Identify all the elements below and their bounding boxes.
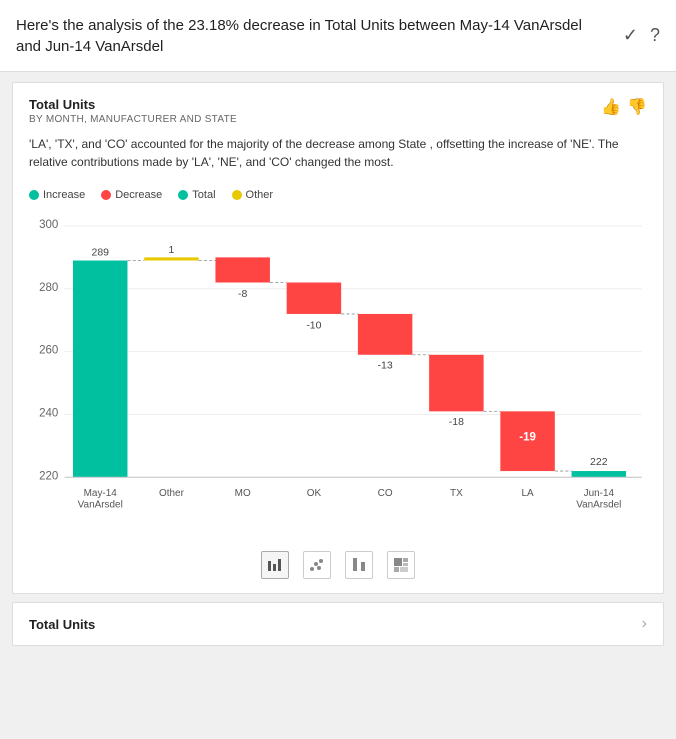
svg-text:300: 300 bbox=[39, 219, 58, 231]
svg-text:Other: Other bbox=[159, 488, 185, 499]
bar-mo bbox=[215, 257, 269, 282]
svg-text:Jun-14: Jun-14 bbox=[584, 488, 615, 499]
waterfall-chart: 300 280 260 240 220 289 bbox=[29, 205, 647, 540]
svg-text:-13: -13 bbox=[378, 360, 393, 371]
chart-legend: Increase Decrease Total Other bbox=[29, 189, 647, 201]
svg-text:MO: MO bbox=[235, 488, 251, 499]
card-header: Total Units BY MONTH, MANUFACTURER AND S… bbox=[29, 97, 647, 125]
svg-text:LA: LA bbox=[522, 488, 535, 499]
legend-item-increase: Increase bbox=[29, 189, 85, 201]
svg-text:-18: -18 bbox=[449, 417, 464, 428]
thumbdown-icon[interactable]: 👎 bbox=[627, 97, 647, 117]
legend-dot-total bbox=[178, 190, 188, 200]
svg-text:260: 260 bbox=[39, 345, 58, 357]
card-subtitle: BY MONTH, MANUFACTURER AND STATE bbox=[29, 114, 237, 125]
bar-other bbox=[144, 257, 198, 260]
chart-type-icons bbox=[29, 551, 647, 583]
svg-text:220: 220 bbox=[39, 470, 58, 482]
svg-text:TX: TX bbox=[450, 488, 463, 499]
bar-ok bbox=[287, 283, 341, 314]
svg-text:289: 289 bbox=[92, 247, 110, 258]
analysis-card: Total Units BY MONTH, MANUFACTURER AND S… bbox=[12, 82, 664, 594]
svg-text:-19: -19 bbox=[519, 432, 536, 444]
card-title: Total Units bbox=[29, 97, 237, 112]
svg-text:1: 1 bbox=[169, 245, 175, 256]
bottom-card-title: Total Units bbox=[29, 617, 95, 632]
svg-text:VanArsdel: VanArsdel bbox=[576, 500, 621, 511]
card-description: 'LA', 'TX', and 'CO' accounted for the m… bbox=[29, 135, 647, 171]
svg-text:280: 280 bbox=[39, 282, 58, 294]
scatter-chart-icon[interactable] bbox=[303, 551, 331, 579]
svg-text:-10: -10 bbox=[306, 321, 321, 332]
svg-text:May-14: May-14 bbox=[84, 488, 118, 499]
thumbup-icon[interactable]: 👍 bbox=[601, 97, 621, 117]
svg-text:VanArsdel: VanArsdel bbox=[78, 500, 123, 511]
card-header-text: Total Units BY MONTH, MANUFACTURER AND S… bbox=[29, 97, 237, 125]
help-icon[interactable]: ? bbox=[650, 25, 660, 46]
treemap-icon[interactable] bbox=[387, 551, 415, 579]
bar-may14 bbox=[73, 261, 127, 478]
card-feedback: 👍 👎 bbox=[601, 97, 647, 117]
bar-chart-icon[interactable] bbox=[261, 551, 289, 579]
bar-tx bbox=[429, 355, 483, 412]
main-content: Total Units BY MONTH, MANUFACTURER AND S… bbox=[0, 72, 676, 739]
chart-wrapper: 300 280 260 240 220 289 bbox=[29, 205, 647, 545]
bottom-card[interactable]: Total Units › bbox=[12, 602, 664, 646]
svg-text:222: 222 bbox=[590, 457, 608, 468]
legend-dot-other bbox=[232, 190, 242, 200]
bar-jun14 bbox=[572, 471, 626, 477]
legend-item-decrease: Decrease bbox=[101, 189, 162, 201]
svg-text:CO: CO bbox=[378, 488, 393, 499]
svg-text:-8: -8 bbox=[238, 289, 247, 300]
legend-dot-increase bbox=[29, 190, 39, 200]
legend-label-increase: Increase bbox=[43, 189, 85, 201]
svg-text:240: 240 bbox=[39, 408, 58, 420]
legend-item-other: Other bbox=[232, 189, 274, 201]
bottom-card-arrow: › bbox=[642, 615, 647, 633]
bar-co bbox=[358, 314, 412, 355]
legend-dot-decrease bbox=[101, 190, 111, 200]
legend-label-decrease: Decrease bbox=[115, 189, 162, 201]
header: Here's the analysis of the 23.18% decrea… bbox=[0, 0, 676, 72]
check-icon[interactable]: ✓ bbox=[623, 25, 638, 46]
svg-text:OK: OK bbox=[307, 488, 322, 499]
column-chart-icon[interactable] bbox=[345, 551, 373, 579]
header-icons: ✓ ? bbox=[623, 25, 660, 46]
legend-item-total: Total bbox=[178, 189, 215, 201]
legend-label-other: Other bbox=[246, 189, 274, 201]
legend-label-total: Total bbox=[192, 189, 215, 201]
header-title: Here's the analysis of the 23.18% decrea… bbox=[16, 15, 623, 57]
